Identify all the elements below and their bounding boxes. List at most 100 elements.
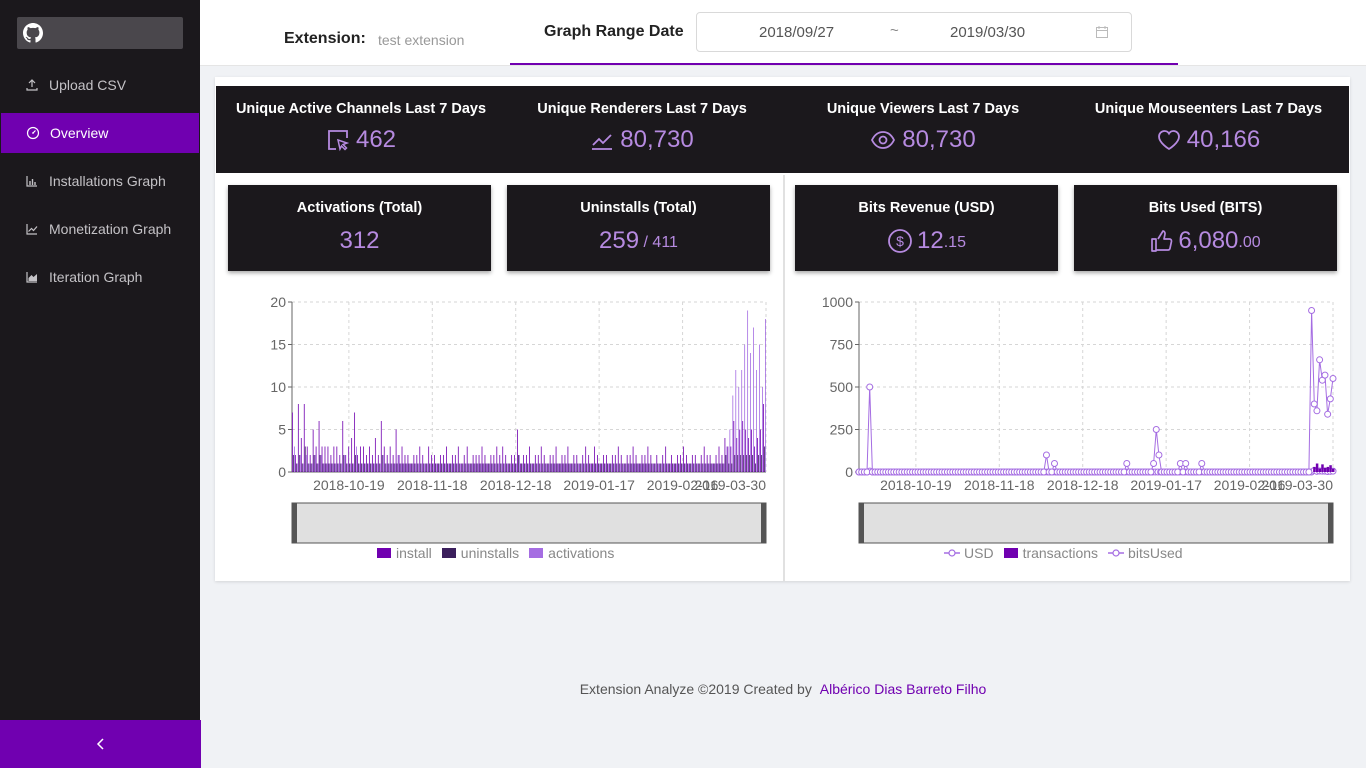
bar-uninstalls <box>346 463 348 472</box>
bar-install <box>555 446 557 472</box>
bar-activations <box>400 463 402 472</box>
bar-install <box>330 455 332 472</box>
bar-install <box>437 463 438 472</box>
box-value-row: 259 / 411 <box>507 227 770 255</box>
legend-line-swatch <box>1108 549 1125 557</box>
bar-activations <box>652 463 654 472</box>
point-bitsUsed <box>1042 451 1050 459</box>
bar-uninstalls <box>701 463 703 472</box>
legend-label: activations <box>548 545 615 561</box>
bar-install <box>380 421 382 472</box>
box-value-row: 312 <box>228 227 491 255</box>
bar-activations <box>528 463 529 472</box>
bar-uninstalls <box>491 463 493 472</box>
bar-install <box>451 455 453 472</box>
sidebar-collapse-button[interactable] <box>0 720 201 768</box>
bar-activations <box>566 463 568 472</box>
bar-uninstalls <box>675 463 676 472</box>
bar-uninstalls <box>698 463 700 472</box>
bar-chart-icon <box>26 176 37 187</box>
bar-uninstalls <box>432 463 434 472</box>
bar-install <box>484 455 486 472</box>
bar-activations <box>362 463 363 472</box>
bar-uninstalls <box>485 463 487 472</box>
logo-box[interactable] <box>17 17 183 49</box>
footer-author-link[interactable]: Albérico Dias Barreto Filho <box>820 681 987 697</box>
bar-uninstalls <box>295 463 297 472</box>
bar-activations <box>634 463 636 472</box>
sidebar-item-upload-csv[interactable]: Upload CSV <box>0 65 200 105</box>
legend-item-bitsused[interactable]: bitsUsed <box>1108 545 1183 561</box>
bar-install <box>632 446 634 472</box>
bar-uninstalls <box>316 463 318 472</box>
bar-uninstalls <box>728 463 730 472</box>
bar-uninstalls <box>307 463 309 472</box>
bar-uninstalls <box>749 455 751 472</box>
bar-install <box>662 455 664 472</box>
bar-activations <box>753 327 754 472</box>
sidebar-item-monetization-graph[interactable]: Monetization Graph <box>0 209 200 249</box>
sidebar-item-label: Iteration Graph <box>49 269 143 285</box>
bar-activations <box>471 463 473 472</box>
x-tick-label: 2019-03-30 <box>694 477 766 493</box>
bar-uninstalls <box>387 463 389 472</box>
legend-item-uninstalls[interactable]: uninstalls <box>441 545 520 561</box>
bar-install <box>505 455 507 472</box>
point-bitsUsed <box>1310 400 1318 408</box>
date-range-picker[interactable]: 2018/09/27 ~ 2019/03/30 <box>696 12 1132 52</box>
bits-revenue-box: Bits Revenue (USD) $ 12 .15 <box>795 185 1058 271</box>
sidebar-item-iteration-graph[interactable]: Iteration Graph <box>0 257 200 297</box>
bar-uninstalls <box>764 446 765 472</box>
bar-activations <box>747 310 749 472</box>
sidebar-item-overview[interactable]: Overview <box>1 113 199 153</box>
bar-uninstalls <box>695 463 697 472</box>
bar-install <box>742 421 744 472</box>
legend-label: transactions <box>1022 545 1099 561</box>
bar-install <box>668 463 670 472</box>
bar-install <box>339 455 341 472</box>
stat-viewers: Unique Viewers Last 7 Days 80,730 <box>778 86 1068 173</box>
box-value: 12 <box>917 227 944 254</box>
legend-label: uninstalls <box>460 545 520 561</box>
bar-activations <box>317 463 319 472</box>
bar-install <box>496 446 498 472</box>
bar-install <box>321 446 323 472</box>
legend-item-activations[interactable]: activations <box>529 545 614 561</box>
bar-uninstalls <box>402 463 404 472</box>
x-tick-label: 2018-12-18 <box>480 477 552 493</box>
bar-uninstalls <box>607 463 608 472</box>
bar-uninstalls <box>725 455 727 472</box>
bar-install <box>357 455 358 472</box>
sidebar-item-installations-graph[interactable]: Installations Graph <box>0 161 200 201</box>
point-bitsUsed <box>1321 371 1329 379</box>
bar-install <box>582 455 584 472</box>
bar-activations <box>329 463 331 472</box>
legend-item-install[interactable]: install <box>377 545 432 561</box>
bar-activations <box>371 463 372 472</box>
legend-item-usd[interactable]: USD <box>944 545 994 561</box>
bar-uninstalls <box>426 463 428 472</box>
bar-install <box>526 455 527 472</box>
bar-activations <box>696 463 698 472</box>
bar-uninstalls <box>692 463 694 472</box>
bar-install <box>386 455 388 472</box>
box-value: 259 <box>599 227 640 254</box>
bar-activations <box>640 463 642 472</box>
legend-item-transactions[interactable]: transactions <box>1003 545 1099 561</box>
pointer-box-icon <box>328 130 350 152</box>
installations-chart[interactable]: 0 5 10 15 20 2018-10-19 2018-11-18 2018-12-18 20… <box>216 290 782 552</box>
bar-activations <box>732 395 734 472</box>
bar-uninstalls <box>367 463 368 472</box>
bar-activations <box>628 463 630 472</box>
bar-activations <box>365 463 366 472</box>
bar-install <box>460 463 462 472</box>
calendar-icon[interactable] <box>1095 25 1109 39</box>
bar-uninstalls <box>458 463 460 472</box>
bar-uninstalls <box>381 455 383 472</box>
bar-install <box>564 455 566 472</box>
bar-activations <box>723 463 725 472</box>
monetization-chart[interactable]: 0 250 500 750 1000 2018-10-19 2018-11-18 2018-1… <box>785 290 1349 552</box>
range-end-input[interactable]: 2019/03/30 <box>950 24 1025 41</box>
range-start-input[interactable]: 2018/09/27 <box>759 24 834 41</box>
bar-uninstalls <box>494 463 496 472</box>
